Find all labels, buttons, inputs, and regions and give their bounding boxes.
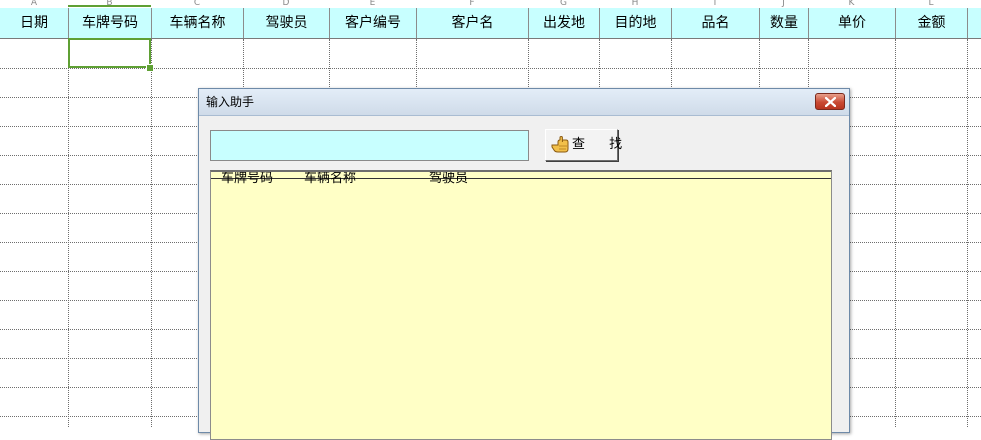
dialog-title: 输入助手 <box>206 95 255 109</box>
header-cell-vehicle-name[interactable]: 车辆名称 <box>151 8 243 38</box>
list-col-vehicle-name[interactable]: 车辆名称 <box>304 172 356 186</box>
close-button[interactable] <box>815 93 845 110</box>
list-col-plate-number[interactable]: 车牌号码 <box>221 172 273 186</box>
header-cell-unit-price[interactable]: 单价 <box>808 8 895 38</box>
column-letter-k[interactable]: K <box>808 0 895 8</box>
header-cell-empty[interactable] <box>967 8 981 38</box>
column-letters-row: A B C D E F G H I J K L <box>0 0 981 8</box>
header-cell-quantity[interactable]: 数量 <box>759 8 808 38</box>
grid-col-line <box>68 39 69 427</box>
active-cell[interactable] <box>68 38 151 68</box>
header-cell-customer-id[interactable]: 客户编号 <box>329 8 416 38</box>
find-button-label: 查 找 <box>572 137 633 152</box>
pointing-hand-icon <box>551 136 569 153</box>
fill-handle[interactable] <box>146 64 154 72</box>
find-button[interactable]: 查 找 <box>545 129 622 161</box>
column-letter-a[interactable]: A <box>0 0 68 8</box>
header-cell-amount[interactable]: 金额 <box>895 8 967 38</box>
input-helper-dialog: 输入助手 查 找 车牌号码 车辆名称 驾驶员 <box>198 88 850 440</box>
header-cell-driver[interactable]: 驾驶员 <box>243 8 329 38</box>
header-cell-customer-name[interactable]: 客户名 <box>416 8 528 38</box>
column-letter-c[interactable]: C <box>151 0 243 8</box>
column-letter-j[interactable]: J <box>759 0 808 8</box>
header-row: 日期 车牌号码 车辆名称 驾驶员 客户编号 客户名 出发地 目的地 品名 数量 … <box>0 8 981 39</box>
column-letter-b[interactable]: B <box>68 0 151 8</box>
grid-col-line <box>967 39 968 427</box>
list-col-driver[interactable]: 驾驶员 <box>429 172 468 186</box>
header-cell-product[interactable]: 品名 <box>671 8 759 38</box>
column-letter-f[interactable]: F <box>416 0 528 8</box>
results-listbox[interactable]: 车牌号码 车辆名称 驾驶员 <box>210 170 832 440</box>
search-input[interactable] <box>210 130 529 161</box>
column-letter-d[interactable]: D <box>243 0 329 8</box>
column-letter-i[interactable]: I <box>671 0 759 8</box>
column-letter-e[interactable]: E <box>329 0 416 8</box>
column-letter-h[interactable]: H <box>599 0 671 8</box>
header-cell-origin[interactable]: 出发地 <box>528 8 599 38</box>
close-icon <box>825 97 836 107</box>
column-letter-l[interactable]: L <box>895 0 967 8</box>
header-cell-destination[interactable]: 目的地 <box>599 8 671 38</box>
dialog-titlebar[interactable]: 输入助手 <box>199 89 849 116</box>
grid-col-line <box>895 39 896 427</box>
list-header: 车牌号码 车辆名称 驾驶员 <box>211 172 831 186</box>
header-cell-date[interactable]: 日期 <box>0 8 68 38</box>
grid-col-line <box>151 39 152 427</box>
column-letter-g[interactable]: G <box>528 0 599 8</box>
header-cell-plate-number[interactable]: 车牌号码 <box>68 8 151 38</box>
